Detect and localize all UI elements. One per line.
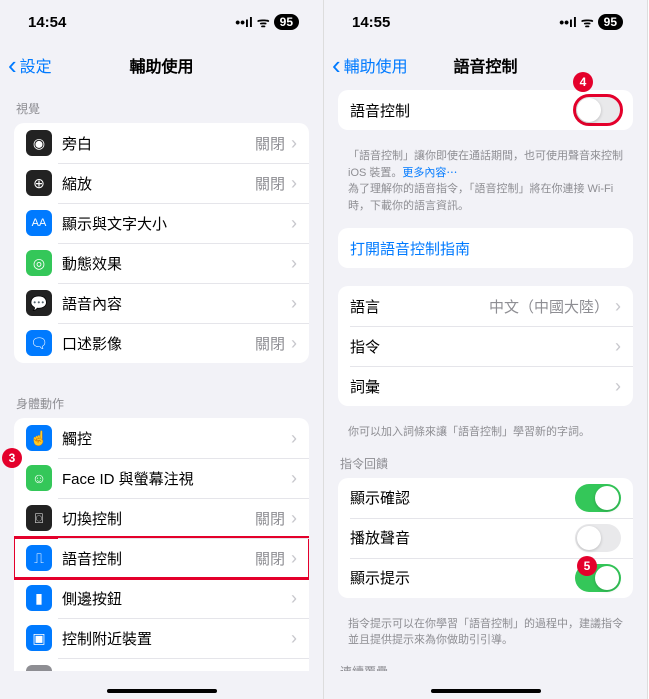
callout-5: 5: [577, 556, 597, 576]
chevron-right-icon: ›: [615, 376, 621, 397]
status-bar: 14:54 ••ıl ᯤ 95: [0, 0, 323, 44]
chevron-right-icon: ›: [291, 133, 297, 154]
group-motor: ☝ 觸控 › ☺ Face ID 與螢幕注視 › ⌼ 切換控制 關閉 › ⎍ 語…: [14, 418, 309, 671]
voice-control-toggle[interactable]: [575, 96, 621, 124]
row-touch[interactable]: ☝ 觸控 ›: [14, 418, 309, 458]
row-textsize[interactable]: AA 顯示與文字大小 ›: [14, 203, 309, 243]
row-spoken[interactable]: 💬 語音內容 ›: [14, 283, 309, 323]
footnote-1: 「語音控制」讓你即使在通話期間，也可使用聲音來控制 iOS 裝置。更多內容⋯ 為…: [324, 148, 647, 228]
callout-4: 4: [573, 72, 593, 92]
page-title: 輔助使用: [129, 53, 193, 77]
footnote-hints: 指令提示可以在你學習「語音控制」的過程中，建議指令並且提供提示來為你做助引引導。: [324, 616, 647, 663]
status-right: ••ıl ᯤ 95: [559, 13, 623, 32]
touch-icon: ☝: [26, 425, 52, 451]
chevron-right-icon: ›: [291, 588, 297, 609]
apple-tv-icon: ▭: [26, 665, 52, 671]
nav-bar: 設定 輔助使用: [0, 44, 323, 86]
row-motion[interactable]: ◎ 動態效果 ›: [14, 243, 309, 283]
scroll-content[interactable]: 視覺 ◉ 旁白 關閉 › ⊕ 縮放 關閉 › AA 顯示與文字大小 › ◎ 動態…: [0, 86, 323, 671]
play-sound-toggle[interactable]: [575, 524, 621, 552]
zoom-icon: ⊕: [26, 170, 52, 196]
group-lang: 語言 中文（中國大陸） › 指令 › 詞彙 ›: [338, 286, 633, 406]
more-link[interactable]: 更多內容⋯: [402, 167, 457, 179]
row-audio-desc[interactable]: 🗨 口述影像 關閉 ›: [14, 323, 309, 363]
spoken-icon: 💬: [26, 290, 52, 316]
textsize-icon: AA: [26, 210, 52, 236]
section-vision: 視覺: [0, 86, 323, 123]
group-guide: 打開語音控制指南: [338, 228, 633, 268]
phone-accessibility: 14:54 ••ıl ᯤ 95 設定 輔助使用 視覺 ◉ 旁白 關閉 › ⊕ 縮…: [0, 0, 324, 699]
chevron-right-icon: ›: [291, 253, 297, 274]
footnote-vocab: 你可以加入詞條來讓「語音控制」學習新的字詞。: [324, 424, 647, 455]
row-nearby[interactable]: ▣ 控制附近裝置 ›: [14, 618, 309, 658]
back-button[interactable]: 設定: [8, 53, 52, 77]
chevron-right-icon: ›: [291, 428, 297, 449]
signal-icon: ••ıl: [235, 14, 253, 30]
row-vocab[interactable]: 詞彙 ›: [338, 366, 633, 406]
section-motor: 身體動作: [0, 381, 323, 418]
chevron-right-icon: ›: [291, 468, 297, 489]
nav-bar: 輔助使用 語音控制: [324, 44, 647, 86]
section-feedback: 指令回饋: [324, 455, 647, 478]
phone-voice-control: 14:55 ••ıl ᯤ 95 輔助使用 語音控制 語音控制 「語音控制」讓你即…: [324, 0, 648, 699]
chevron-right-icon: ›: [291, 668, 297, 672]
home-indicator[interactable]: [107, 689, 217, 693]
row-faceid[interactable]: ☺ Face ID 與螢幕注視 ›: [14, 458, 309, 498]
row-show-confirm[interactable]: 顯示確認: [338, 478, 633, 518]
battery-icon: 95: [598, 14, 623, 30]
voiceover-icon: ◉: [26, 130, 52, 156]
row-commands[interactable]: 指令 ›: [338, 326, 633, 366]
chevron-right-icon: ›: [615, 296, 621, 317]
motion-icon: ◎: [26, 250, 52, 276]
chevron-right-icon: ›: [291, 333, 297, 354]
row-voiceover[interactable]: ◉ 旁白 關閉 ›: [14, 123, 309, 163]
chevron-right-icon: ›: [291, 628, 297, 649]
row-play-sound[interactable]: 播放聲音: [338, 518, 633, 558]
chevron-right-icon: ›: [291, 213, 297, 234]
callout-3: 3: [2, 448, 22, 468]
status-right: ••ıl ᯤ 95: [235, 13, 299, 32]
section-overlay: 連續覆疊: [324, 663, 647, 672]
wifi-icon: ᯤ: [257, 13, 270, 32]
row-switch[interactable]: ⌼ 切換控制 關閉 ›: [14, 498, 309, 538]
audio-desc-icon: 🗨: [26, 330, 52, 356]
chevron-right-icon: ›: [291, 173, 297, 194]
status-time: 14:54: [28, 14, 66, 31]
row-open-guide[interactable]: 打開語音控制指南: [338, 228, 633, 268]
chevron-right-icon: ›: [291, 293, 297, 314]
side-button-icon: ▮: [26, 585, 52, 611]
row-voice-control[interactable]: ⎍ 語音控制 關閉 ›: [14, 538, 309, 578]
chevron-right-icon: ›: [615, 336, 621, 357]
status-time: 14:55: [352, 14, 390, 31]
row-side-button[interactable]: ▮ 側邊按鈕 ›: [14, 578, 309, 618]
wifi-icon: ᯤ: [581, 13, 594, 32]
group-feedback: 顯示確認 播放聲音 顯示提示: [338, 478, 633, 598]
faceid-icon: ☺: [26, 465, 52, 491]
chevron-right-icon: ›: [291, 548, 297, 569]
status-bar: 14:55 ••ıl ᯤ 95: [324, 0, 647, 44]
row-zoom[interactable]: ⊕ 縮放 關閉 ›: [14, 163, 309, 203]
show-confirm-toggle[interactable]: [575, 484, 621, 512]
back-button[interactable]: 輔助使用: [332, 53, 408, 77]
signal-icon: ••ıl: [559, 14, 577, 30]
group-main-toggle: 語音控制: [338, 90, 633, 130]
page-title: 語音控制: [453, 53, 517, 77]
voice-control-icon: ⎍: [26, 545, 52, 571]
home-indicator[interactable]: [431, 689, 541, 693]
group-vision: ◉ 旁白 關閉 › ⊕ 縮放 關閉 › AA 顯示與文字大小 › ◎ 動態效果 …: [14, 123, 309, 363]
nearby-icon: ▣: [26, 625, 52, 651]
scroll-content[interactable]: 語音控制 「語音控制」讓你即使在通話期間，也可使用聲音來控制 iOS 裝置。更多…: [324, 86, 647, 671]
row-language[interactable]: 語言 中文（中國大陸） ›: [338, 286, 633, 326]
chevron-right-icon: ›: [291, 508, 297, 529]
row-voice-control-toggle[interactable]: 語音控制: [338, 90, 633, 130]
battery-icon: 95: [274, 14, 299, 30]
row-apple-tv[interactable]: ▭ Apple TV 遙控器 ›: [14, 658, 309, 671]
switch-icon: ⌼: [26, 505, 52, 531]
